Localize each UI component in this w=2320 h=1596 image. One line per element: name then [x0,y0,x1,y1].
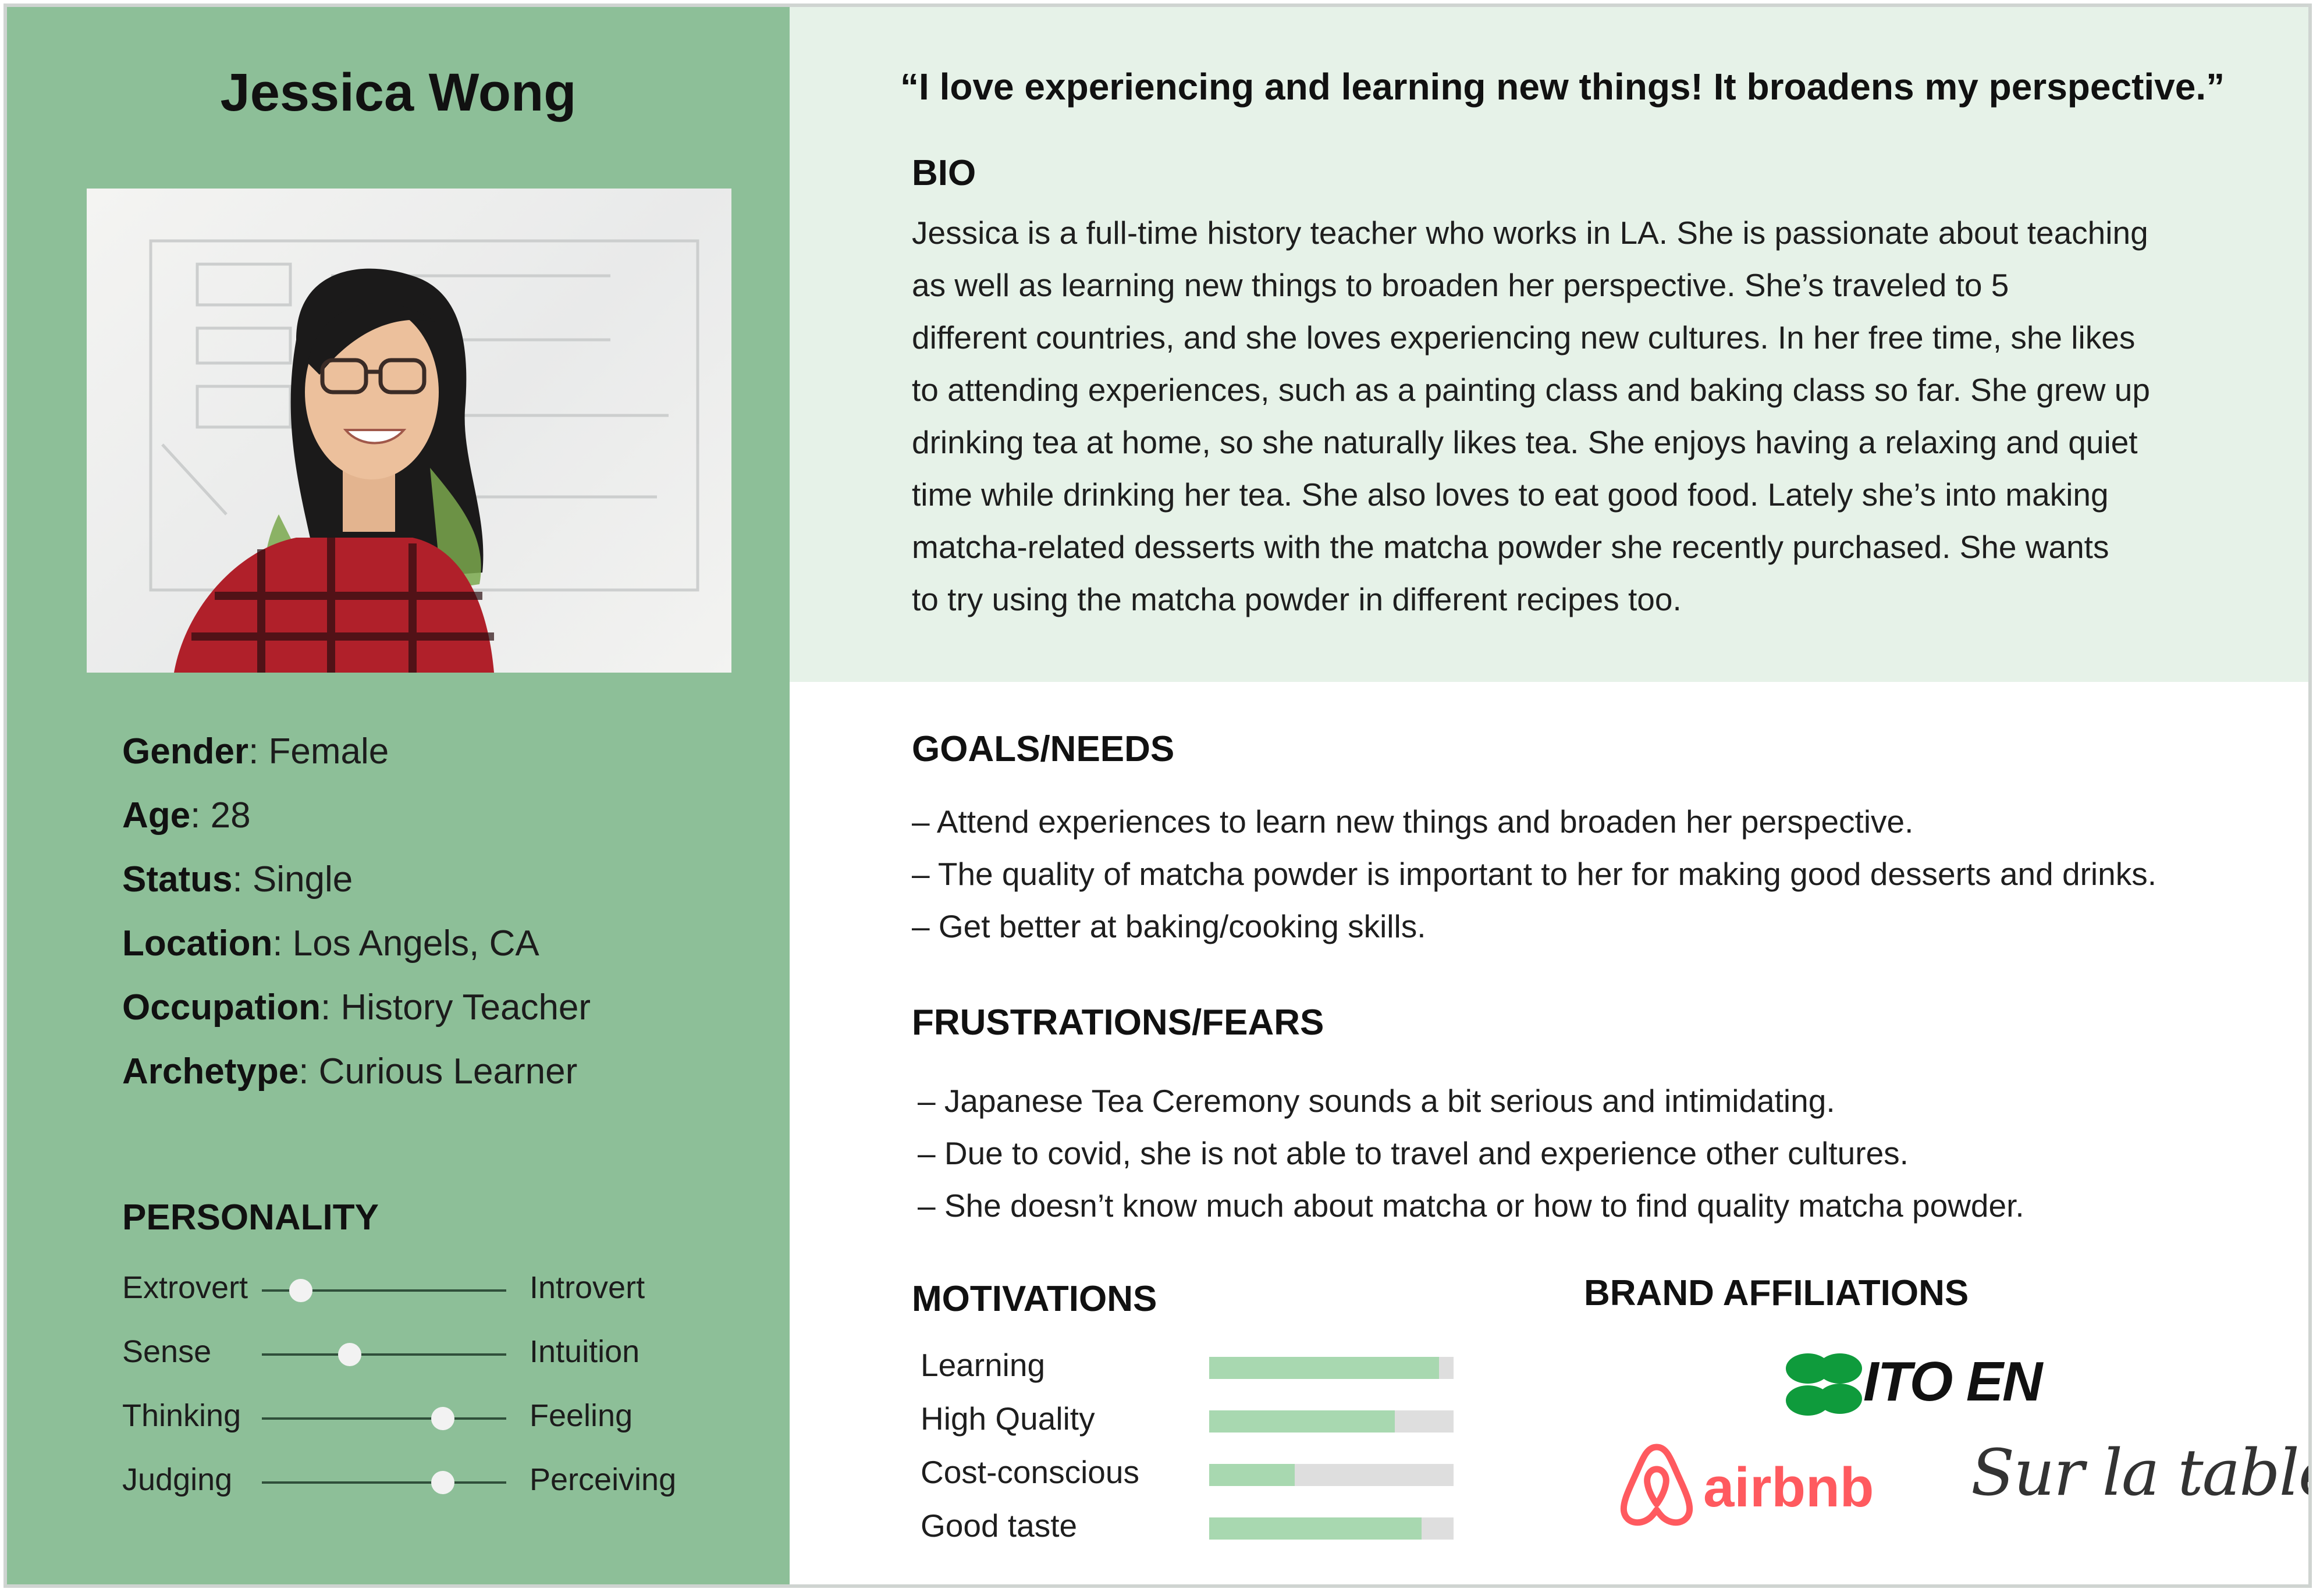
goal-item: – Attend experiences to learn new things… [912,804,1914,840]
airbnb-wordmark: airbnb [1703,1456,1874,1519]
goal-item: – Get better at baking/cooking skills. [912,908,1426,944]
personality-slider: Extrovert Introvert [122,1270,704,1316]
motivation-bar [1209,1464,1454,1486]
fact-value: : 28 [190,795,251,836]
goal-item: – The quality of matcha powder is import… [912,856,2156,892]
slider-right-label: Perceiving [530,1462,677,1497]
fact-value: : Los Angels, CA [272,923,539,964]
profile-panel: Jessica Wong Gender: Female Age: 28 Stat… [7,7,790,1584]
frustrations-title: FRUSTRATIONS/FEARS [912,1003,1324,1043]
motivation-bar [1209,1410,1454,1433]
slider-track [262,1343,506,1366]
motivation-label: Cost-conscious [921,1454,1139,1490]
goals-title: GOALS/NEEDS [912,729,1175,769]
motivation-bar-fill [1209,1464,1295,1486]
persona-facts: Gender: Female Age: 28 Status: Single Lo… [122,720,591,1104]
bio-line: different countries, and she loves exper… [912,319,2136,356]
fact-value: : Female [248,731,389,772]
personality-slider: Sense Intuition [122,1334,704,1380]
motivation-row: Learning [921,1346,1502,1393]
motivation-row: High Quality [921,1400,1502,1446]
motivation-bar [1209,1517,1454,1540]
airbnb-logo: airbnb [1616,1441,1874,1531]
slider-knob [338,1343,362,1366]
fact-value: : History Teacher [321,987,591,1028]
bio-line: matcha-related desserts with the matcha … [912,529,2109,565]
goals-list: – Attend experiences to learn new things… [912,795,2156,952]
persona-name: Jessica Wong [220,63,577,122]
itoen-wordmark: ITO EN [1863,1350,2042,1413]
slider-track [262,1471,506,1494]
motivation-row: Cost-conscious [921,1453,1502,1500]
motivations-title: MOTIVATIONS [912,1279,1157,1319]
fact-label: Gender [122,731,249,772]
fact-label: Status [122,859,233,900]
bio-title: BIO [912,153,976,193]
personality-slider: Judging Perceiving [122,1462,704,1508]
itoen-logo: ITO EN [1776,1345,2079,1430]
bio-text: Jessica is a full-time history teacher w… [912,207,2250,625]
motivation-bar [1209,1357,1454,1379]
fact-age: Age: 28 [122,784,591,848]
photo-illustration [149,239,699,673]
slider-left-label: Extrovert [122,1270,248,1305]
bio-line: as well as learning new things to broade… [912,267,2009,303]
bio-line: Jessica is a full-time history teacher w… [912,215,2148,251]
brands-title: BRAND AFFILIATIONS [1584,1273,1969,1313]
slider-left-label: Judging [122,1462,233,1497]
bio-line: time while drinking her tea. She also lo… [912,477,2109,513]
fact-label: Archetype [122,1051,299,1092]
slider-track [262,1407,506,1430]
surlatable-wordmark: Sur la table [1971,1435,2312,1510]
slider-right-label: Introvert [530,1270,645,1305]
motivation-bar-fill [1209,1410,1395,1433]
slider-right-label: Feeling [530,1398,633,1433]
frustration-item: – Japanese Tea Ceremony sounds a bit ser… [918,1083,1835,1119]
persona-card: Jessica Wong Gender: Female Age: 28 Stat… [3,3,2312,1588]
slider-left-label: Sense [122,1334,212,1369]
motivation-label: Good taste [921,1508,1078,1544]
motivation-bar-fill [1209,1357,1439,1379]
slider-left-label: Thinking [122,1398,241,1433]
fact-label: Occupation [122,987,321,1028]
frustration-item: – She doesn’t know much about matcha or … [918,1188,2024,1224]
frustrations-list: – Japanese Tea Ceremony sounds a bit ser… [918,1075,2024,1232]
bio-line: drinking tea at home, so she naturally l… [912,424,2138,460]
slider-track [262,1279,506,1302]
slider-right-label: Intuition [530,1334,640,1369]
fact-archetype: Archetype: Curious Learner [122,1040,591,1104]
fact-label: Age [122,795,191,836]
fact-location: Location: Los Angels, CA [122,912,591,976]
motivation-label: Learning [921,1347,1046,1383]
bio-line: to try using the matcha powder in differ… [912,581,1682,617]
personality-slider: Thinking Feeling [122,1398,704,1444]
fact-value: : Single [232,859,353,900]
fact-status: Status: Single [122,848,591,912]
airbnb-belo-icon [1620,1444,1693,1526]
personality-title: PERSONALITY [122,1197,379,1238]
surlatable-logo: Sur la table [1971,1435,2312,1510]
bio-panel: “I love experiencing and learning new th… [790,7,2308,682]
motivation-row: Good taste [921,1507,1502,1554]
slider-knob [431,1407,454,1430]
persona-photo [87,189,731,673]
bio-line: to attending experiences, such as a pain… [912,372,2150,408]
motivation-bar-fill [1209,1517,1422,1540]
slider-knob [431,1471,454,1494]
slider-knob [289,1279,313,1302]
fact-occupation: Occupation: History Teacher [122,976,591,1040]
frustration-item: – Due to covid, she is not able to trave… [918,1135,1909,1171]
fact-label: Location [122,923,273,964]
persona-quote: “I love experiencing and learning new th… [900,66,2225,108]
fact-value: : Curious Learner [299,1051,578,1092]
motivation-label: High Quality [921,1401,1095,1437]
fact-gender: Gender: Female [122,720,591,784]
